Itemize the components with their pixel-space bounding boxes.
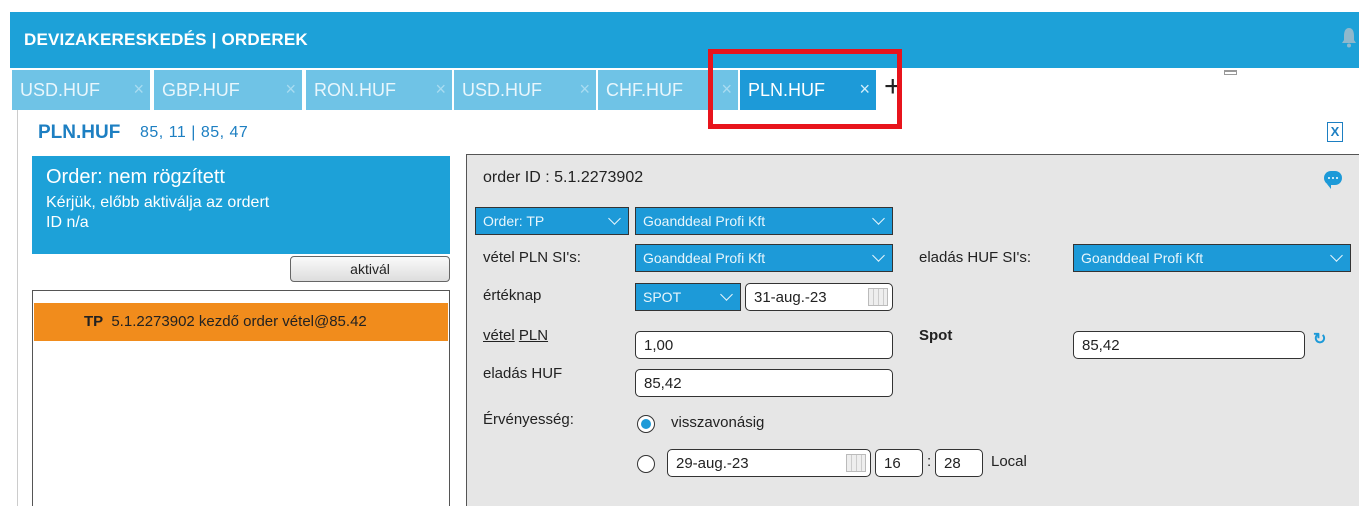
- status-title: Order: nem rögzített: [46, 166, 225, 188]
- tab-ron-huf[interactable]: RON.HUF ×: [306, 70, 452, 110]
- tab-usd-huf-2[interactable]: USD.HUF ×: [454, 70, 596, 110]
- app-window: DEVIZAKERESKEDÉS | ORDEREK USD.HUF × GBP…: [0, 0, 1359, 506]
- activate-button[interactable]: aktivál: [290, 256, 450, 282]
- validity-date-radio[interactable]: [637, 455, 655, 473]
- buy-currency[interactable]: PLN: [519, 327, 548, 344]
- sell-si-select[interactable]: Goanddeal Profi Kft: [1073, 244, 1351, 272]
- tab-label: GBP.HUF: [162, 80, 240, 100]
- close-icon[interactable]: ×: [579, 79, 590, 100]
- client-select[interactable]: Goanddeal Profi Kft: [635, 207, 893, 235]
- chevron-down-icon: [872, 214, 886, 228]
- timezone-label: Local: [991, 453, 1027, 470]
- chevron-down-icon: [720, 290, 734, 304]
- status-message: Kérjük, előbb aktiválja az ordert: [46, 194, 270, 211]
- currency-pair: PLN.HUF: [38, 122, 121, 143]
- tab-label: USD.HUF: [20, 80, 100, 100]
- order-form: order ID : 5.1.2273902 Order: TP Goandde…: [466, 154, 1359, 506]
- chat-icon[interactable]: [1324, 171, 1342, 189]
- validity-date-input[interactable]: 29-aug.-23: [667, 449, 871, 477]
- validity-gtc-radio[interactable]: [637, 415, 655, 433]
- value-date-label: értéknap: [483, 287, 542, 304]
- tab-label: CHF.HUF: [606, 80, 683, 100]
- sell-si-label: eladás HUF SI's:: [919, 249, 1032, 266]
- validity-label: Érvényesség:: [483, 411, 574, 428]
- tab-label: USD.HUF: [462, 80, 542, 100]
- sell-amount-input[interactable]: 85,42: [635, 369, 893, 397]
- validity-minute: 28: [944, 455, 961, 472]
- buy-si-value: Goanddeal Profi Kft: [643, 250, 766, 266]
- validity-gtc-label: visszavonásig: [671, 414, 765, 431]
- tab-bar: USD.HUF × GBP.HUF × RON.HUF × USD.HUF × …: [12, 70, 1357, 110]
- calendar-icon[interactable]: [846, 454, 866, 472]
- chevron-down-icon: [872, 251, 886, 265]
- refresh-icon[interactable]: ↻: [1313, 329, 1326, 349]
- excel-export-icon[interactable]: X: [1327, 122, 1343, 142]
- value-date-input[interactable]: 31-aug.-23: [745, 283, 893, 311]
- close-icon[interactable]: ×: [133, 79, 144, 100]
- window-icon[interactable]: [1224, 70, 1237, 75]
- spot-input[interactable]: 85,42: [1073, 331, 1305, 359]
- buy-amount-input[interactable]: 1,00: [635, 331, 893, 359]
- validity-minute-input[interactable]: 28: [935, 449, 983, 477]
- validity-hour: 16: [884, 455, 901, 472]
- page-title: DEVIZAKERESKEDÉS | ORDEREK: [24, 30, 308, 49]
- sell-si-value: Goanddeal Profi Kft: [1081, 250, 1204, 266]
- buy-label: vétel PLN: [483, 327, 548, 344]
- value-date-type-select[interactable]: SPOT: [635, 283, 741, 311]
- close-icon[interactable]: ×: [285, 79, 296, 100]
- chevron-down-icon: [608, 214, 622, 228]
- title-bar: DEVIZAKERESKEDÉS | ORDEREK: [10, 12, 1359, 68]
- client-value: Goanddeal Profi Kft: [643, 213, 766, 229]
- order-type: TP: [84, 313, 104, 330]
- list-item[interactable]: TP 5.1.2273902 kezdő order vétel@85.42: [34, 303, 448, 341]
- chevron-down-icon: [1330, 251, 1344, 265]
- value-date: 31-aug.-23: [754, 289, 827, 306]
- status-id: ID n/a: [46, 214, 89, 231]
- time-separator: :: [927, 453, 932, 470]
- validity-date: 29-aug.-23: [676, 455, 749, 472]
- order-list: TP 5.1.2273902 kezdő order vétel@85.42: [32, 290, 450, 506]
- order-id-label: order ID : 5.1.2273902: [483, 169, 644, 186]
- sell-label: eladás HUF: [483, 365, 563, 382]
- bell-icon[interactable]: [1341, 26, 1357, 48]
- tab-gbp-huf[interactable]: GBP.HUF ×: [154, 70, 302, 110]
- order-status-box: Order: nem rögzített Kérjük, előbb aktiv…: [32, 156, 450, 254]
- main-panel: PLN.HUF 85, 11 | 85, 47 X Order: nem rög…: [17, 110, 1359, 506]
- buy-amount: 1,00: [644, 337, 674, 354]
- buy-si-label: vétel PLN SI's:: [483, 249, 581, 266]
- spot-value: 85,42: [1082, 337, 1120, 354]
- tab-highlight: [708, 49, 902, 129]
- order-type-value: Order: TP: [483, 213, 545, 229]
- sell-amount: 85,42: [644, 375, 682, 392]
- pair-rate: 85, 11 | 85, 47: [140, 124, 249, 141]
- buy-si-select[interactable]: Goanddeal Profi Kft: [635, 244, 893, 272]
- close-icon[interactable]: ×: [435, 79, 446, 100]
- order-text: 5.1.2273902 kezdő order vétel@85.42: [111, 313, 367, 330]
- order-type-select[interactable]: Order: TP: [475, 207, 629, 235]
- spot-label: Spot: [919, 327, 953, 344]
- buy-word[interactable]: vétel: [483, 327, 515, 344]
- tab-usd-huf-1[interactable]: USD.HUF ×: [12, 70, 150, 110]
- tab-label: RON.HUF: [314, 80, 396, 100]
- calendar-icon[interactable]: [868, 288, 888, 306]
- validity-hour-input[interactable]: 16: [875, 449, 923, 477]
- value-date-type: SPOT: [643, 289, 682, 305]
